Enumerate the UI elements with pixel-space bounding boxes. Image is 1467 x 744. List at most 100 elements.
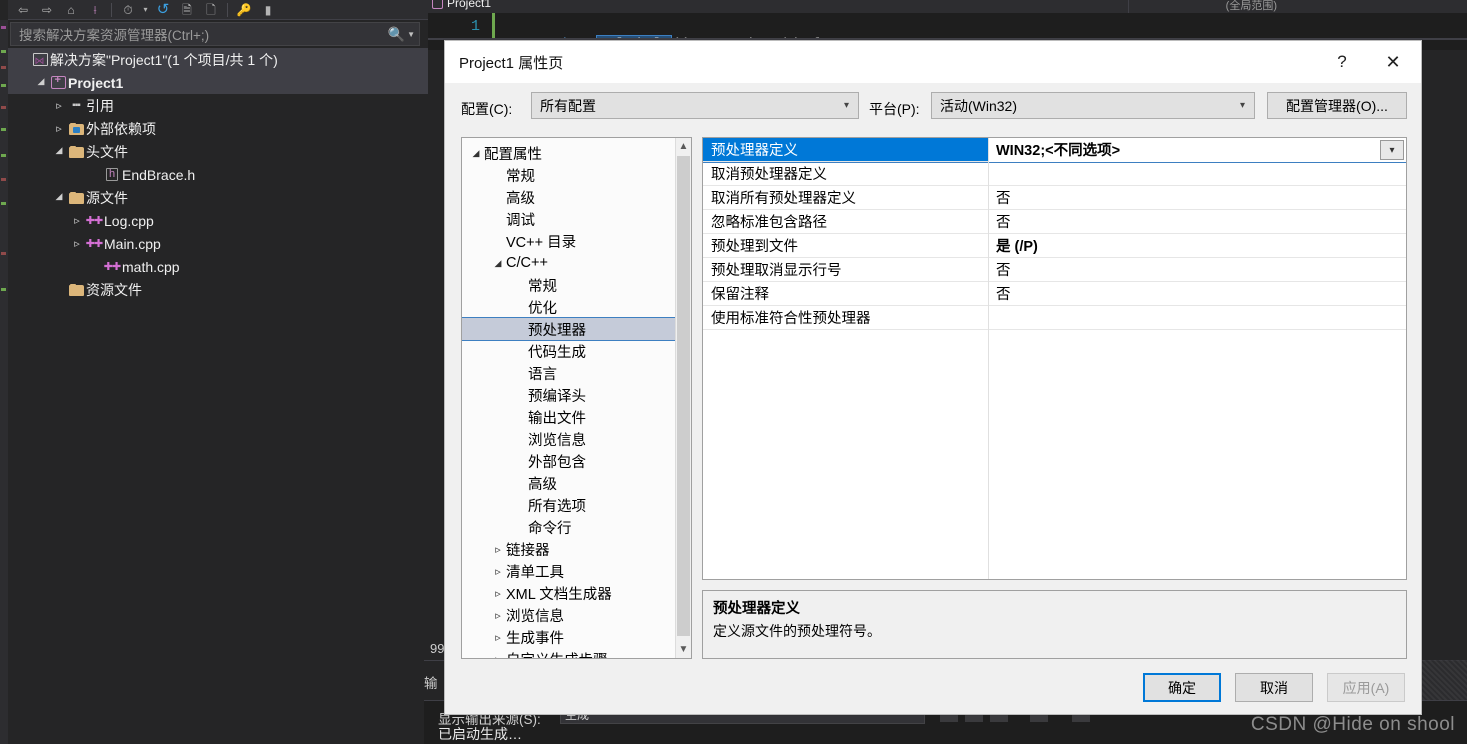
properties-icon[interactable]: 🔑 — [233, 1, 255, 19]
editor-tab-project1[interactable]: Project1 — [432, 0, 491, 10]
help-icon[interactable]: ? — [1319, 41, 1365, 83]
property-category-item[interactable]: 命令行 — [462, 516, 675, 538]
tree-twisty-closed[interactable] — [490, 543, 506, 556]
tree-twisty-closed[interactable] — [490, 653, 506, 659]
property-category-item[interactable]: 预处理器 — [462, 317, 676, 341]
property-category-item[interactable]: 预编译头 — [462, 384, 675, 406]
tree-twisty-closed[interactable] — [52, 122, 66, 135]
solution-tree-item[interactable]: ✚✚Log.cpp — [8, 209, 428, 232]
show-all-files-icon[interactable]: 🗎 — [176, 1, 198, 19]
property-category-item[interactable]: 常规 — [462, 274, 675, 296]
tree-twisty-open[interactable] — [490, 258, 506, 269]
solution-explorer-search[interactable]: 搜索解决方案资源管理器(Ctrl+;) 🔍 ▼ — [10, 22, 420, 46]
solution-tree-item[interactable]: 外部依赖项 — [8, 117, 428, 140]
property-category-item[interactable]: 链接器 — [462, 538, 675, 560]
property-category-tree[interactable]: 配置属性常规高级调试VC++ 目录C/C++常规优化预处理器代码生成语言预编译头… — [461, 137, 692, 659]
collapse-all-icon[interactable]: 🗋 — [200, 1, 222, 19]
solution-icon — [30, 53, 50, 67]
property-category-item[interactable]: VC++ 目录 — [462, 230, 675, 252]
solution-tree-item[interactable]: ✚✚Main.cpp — [8, 232, 428, 255]
scrollbar-thumb[interactable] — [677, 156, 690, 636]
ok-button[interactable]: 确定 — [1143, 673, 1221, 702]
property-grid-row[interactable]: 取消预处理器定义 — [703, 162, 1406, 186]
tree-twisty-closed[interactable] — [490, 631, 506, 644]
forward-icon[interactable]: ⇨ — [36, 1, 58, 19]
property-category-item[interactable]: 配置属性 — [462, 142, 675, 164]
property-category-item[interactable]: 语言 — [462, 362, 675, 384]
solution-tree-item[interactable]: h EndBrace.h — [8, 163, 428, 186]
property-category-item[interactable]: 浏览信息 — [462, 428, 675, 450]
platform-combo[interactable]: 活动(Win32) ▾ — [931, 92, 1255, 119]
property-value[interactable]: WIN32;<不同选项> — [988, 138, 1406, 162]
scroll-up-icon[interactable]: ▲ — [676, 138, 691, 155]
sync-with-editor-icon[interactable]: ⟊ — [84, 1, 106, 19]
solution-tree-item[interactable]: 头文件 — [8, 140, 428, 163]
solution-tree-item[interactable]: 源文件 — [8, 186, 428, 209]
preview-selected-items-icon[interactable]: ▮ — [257, 1, 279, 19]
property-grid-row[interactable]: 预处理取消显示行号 否 — [703, 258, 1406, 282]
property-category-item[interactable]: 代码生成 — [462, 340, 675, 362]
tree-twisty-closed[interactable] — [490, 587, 506, 600]
property-category-item[interactable]: 常规 — [462, 164, 675, 186]
property-grid-row[interactable]: 忽略标准包含路径 否 — [703, 210, 1406, 234]
tree-twisty-closed[interactable] — [52, 99, 66, 112]
property-category-item[interactable]: 清单工具 — [462, 560, 675, 582]
property-category-item[interactable]: C/C++ — [462, 252, 675, 274]
chevron-down-icon[interactable]: ▾ — [141, 1, 150, 19]
back-icon[interactable]: ⇦ — [12, 1, 34, 19]
chevron-down-icon[interactable]: ▼ — [407, 30, 415, 39]
search-input-placeholder[interactable]: 搜索解决方案资源管理器(Ctrl+;) — [19, 24, 388, 44]
solution-tree-item[interactable]: 解决方案"Project1"(1 个项目/共 1 个) — [8, 48, 428, 71]
configuration-manager-button[interactable]: 配置管理器(O)... — [1267, 92, 1407, 119]
property-value[interactable]: 否 — [988, 211, 1406, 232]
search-icon[interactable]: 🔍 — [388, 26, 405, 43]
pending-changes-icon[interactable]: ⏱ — [117, 1, 139, 19]
property-category-item[interactable]: 浏览信息 — [462, 604, 675, 626]
property-category-item[interactable]: XML 文档生成器 — [462, 582, 675, 604]
tree-twisty-open[interactable] — [52, 146, 66, 157]
solution-tree-item[interactable]: ✚✚ math.cpp — [8, 255, 428, 278]
tree-twisty-closed[interactable] — [70, 237, 84, 250]
property-category-item[interactable]: 输出文件 — [462, 406, 675, 428]
scroll-down-icon[interactable]: ▼ — [676, 641, 691, 658]
property-grid[interactable]: 预处理器定义 WIN32;<不同选项> ▾ 取消预处理器定义 取消所有预处理器定义否忽略… — [702, 137, 1407, 580]
dialog-titlebar[interactable]: Project1 属性页 ? ✕ — [445, 41, 1421, 83]
refresh-icon[interactable]: ↺ — [152, 1, 174, 19]
tree-twisty-open[interactable] — [34, 77, 48, 88]
solution-tree-item[interactable]: Project1 — [8, 71, 428, 94]
property-category-item[interactable]: 高级 — [462, 472, 675, 494]
property-category-item[interactable]: 外部包含 — [462, 450, 675, 472]
grid-column-splitter[interactable] — [988, 138, 989, 579]
close-icon[interactable]: ✕ — [1365, 41, 1421, 83]
solution-tree-item[interactable]: 资源文件 — [8, 278, 428, 301]
tree-twisty-open[interactable] — [52, 192, 66, 203]
home-icon[interactable]: ⌂ — [60, 1, 82, 19]
property-value[interactable]: 否 — [988, 283, 1406, 304]
apply-button[interactable]: 应用(A) — [1327, 673, 1405, 702]
cancel-button[interactable]: 取消 — [1235, 673, 1313, 702]
property-grid-row[interactable]: 使用标准符合性预处理器 — [703, 306, 1406, 330]
property-grid-row[interactable]: 预处理到文件 是 (/P) — [703, 234, 1406, 258]
configuration-combo[interactable]: 所有配置 ▾ — [531, 92, 859, 119]
property-category-item[interactable]: 生成事件 — [462, 626, 675, 648]
tree-twisty-closed[interactable] — [490, 609, 506, 622]
solution-explorer-tree[interactable]: 解决方案"Project1"(1 个项目/共 1 个) Project1 ▪▪▪ 引用… — [8, 48, 428, 744]
tree-twisty-open[interactable] — [468, 148, 484, 159]
tree-twisty-closed[interactable] — [490, 565, 506, 578]
property-category-item[interactable]: 自定义生成步骤 — [462, 648, 675, 659]
property-category-item[interactable]: 所有选项 — [462, 494, 675, 516]
property-value[interactable]: 是 (/P) — [988, 235, 1406, 256]
property-category-item[interactable]: 高级 — [462, 186, 675, 208]
property-category-item[interactable]: 优化 — [462, 296, 675, 318]
scroll-marker-strip[interactable] — [0, 20, 8, 744]
property-grid-row[interactable]: 保留注释 否 — [703, 282, 1406, 306]
solution-tree-item[interactable]: ▪▪▪ 引用 — [8, 94, 428, 117]
property-category-item[interactable]: 调试 — [462, 208, 675, 230]
tree-twisty-closed[interactable] — [70, 214, 84, 227]
property-value[interactable]: 否 — [988, 187, 1406, 208]
property-grid-row[interactable]: 预处理器定义 WIN32;<不同选项> ▾ — [703, 138, 1406, 163]
property-value[interactable]: 否 — [988, 259, 1406, 280]
tree-scrollbar[interactable]: ▲ ▼ — [675, 138, 691, 658]
property-grid-row[interactable]: 取消所有预处理器定义 否 — [703, 186, 1406, 210]
chevron-down-icon[interactable]: ▾ — [1380, 140, 1404, 160]
